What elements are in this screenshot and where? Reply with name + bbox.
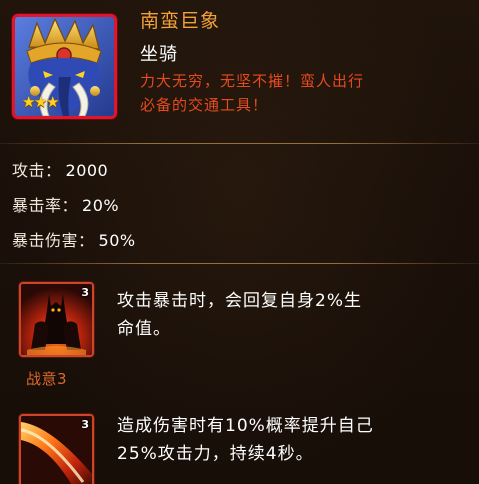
stat-value: 2000 [65,161,109,180]
stat-value: 20% [82,196,120,215]
divider [0,263,479,264]
mount-name: 南蛮巨象 [140,10,221,32]
stat-label: 攻击： [12,161,62,180]
mount-type: 坐骑 [140,44,178,65]
stat-label: 暴击伤害： [12,231,95,250]
stat-label: 暴击率： [12,196,79,215]
skill-description-line: 25%攻击力，持续4秒。 [117,444,314,464]
skill-level-badge: 3 [81,418,89,431]
skill-description: 攻击暴击时，会回复自身2%生 命值。 [117,287,447,343]
mount-info-panel: ★ ★ ★ 南蛮巨象 坐骑 力大无穷，无坚不摧！蛮人出行 必备的交通工具！ 攻击… [0,0,479,484]
skill-level-badge: 3 [81,286,89,299]
skill-icon-2[interactable]: 3 [19,414,94,484]
star-icon: ★ [46,93,60,111]
divider [0,143,479,144]
skill-name: 战意3 [26,370,68,388]
skill-description: 造成伤害时有10%概率提升自己 25%攻击力，持续4秒。 [117,412,447,468]
skill-description-line: 造成伤害时有10%概率提升自己 [117,416,374,436]
stat-crit-damage: 暴击伤害： 50% [12,227,136,251]
stat-value: 50% [98,231,136,250]
star-rating: ★ ★ ★ [22,93,60,111]
mount-description: 力大无穷，无坚不摧！蛮人出行 必备的交通工具！ [140,69,440,117]
skill-icon-1[interactable]: 3 [19,282,94,357]
stat-attack: 攻击： 2000 [12,157,108,181]
description-line: 必备的交通工具！ [140,96,269,114]
stat-crit-rate: 暴击率： 20% [12,192,119,216]
description-line: 力大无穷，无坚不摧！蛮人出行 [140,72,365,90]
skill-description-line: 攻击暴击时，会回复自身2%生 [117,291,362,311]
skill-description-line: 命值。 [117,319,171,339]
